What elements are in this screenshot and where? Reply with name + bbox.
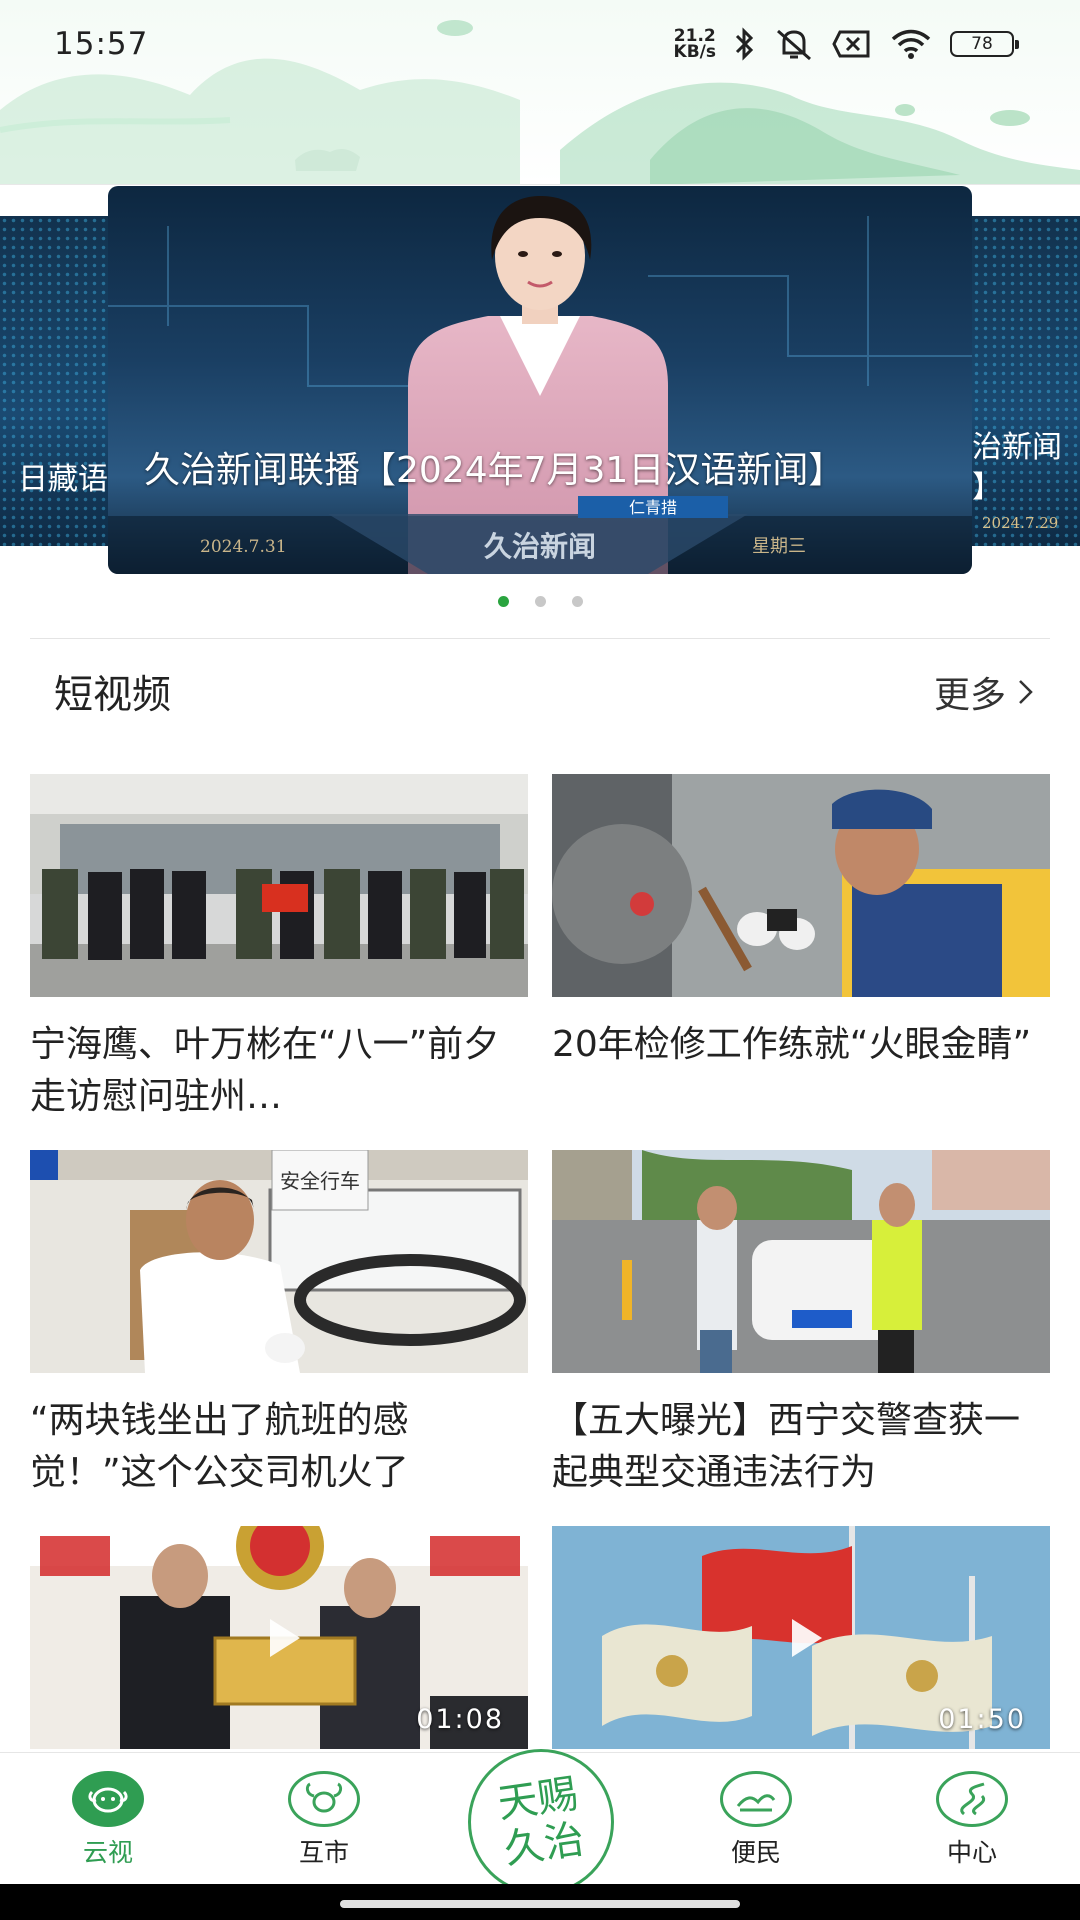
yak-icon [288,1771,360,1827]
carousel-dot-3[interactable] [571,596,583,607]
video-thumbnail[interactable]: 01:50 [552,1526,1050,1749]
nav-label: 云视 [82,1838,133,1867]
news-carousel[interactable]: 日藏语 仁青措 久治新闻 2024.7.31 星期三 久治新闻联播【2024年7… [0,186,1080,576]
carousel-title: 久治新闻联播【2024年7月31日汉语新闻】 [144,450,845,491]
video-card[interactable]: 20年检修工作练就“火眼金睛” [552,774,1050,1123]
carousel-next-caption: 治新闻 [972,430,1062,465]
nav-label: 互市 [298,1838,349,1867]
video-duration: 01:50 [938,1704,1026,1735]
video-title[interactable]: “两块钱坐出了航班的感觉！”这个公交司机火了 [30,1395,528,1499]
bottom-navigation: 云视 互市 天赐久治 便民 中心 [0,1749,1080,1895]
home-indicator[interactable] [340,1900,740,1908]
nav-item-hushi[interactable]: 互市 [269,1771,379,1869]
video-card[interactable]: 01:50 [552,1526,1050,1749]
video-thumbnail[interactable]: 安全行车 [30,1150,528,1373]
nav-item-bianmin[interactable]: 便民 [701,1771,811,1869]
carousel-slide-next[interactable]: 治新闻 】 2024.7.29 [972,216,1080,546]
news-weekday: 星期三 [752,536,806,557]
more-button[interactable]: 更多 [934,666,1036,718]
bluetooth-icon [735,27,754,61]
video-thumbnail[interactable] [552,774,1050,997]
center-logo-text: 天赐久治 [494,1770,588,1874]
carousel-dot-2[interactable] [534,596,546,607]
section-title: 短视频 [54,673,172,718]
video-duration: 01:08 [416,1704,504,1735]
mute-icon [777,29,811,61]
short-video-section-header: 短视频 更多 [0,660,1080,720]
anchor-name-tag: 仁青措 [629,499,677,517]
nav-label: 便民 [730,1838,781,1867]
more-label: 更多 [933,675,1006,716]
landscape-icon [720,1771,792,1827]
carousel-indicator [0,596,1080,607]
divider [30,638,1050,639]
news-anchor-image: 仁青措 久治新闻 2024.7.31 星期三 [108,196,972,574]
status-time: 15:57 [54,26,149,62]
svg-text:安全行车: 安全行车 [280,1170,360,1193]
video-thumbnail[interactable] [552,1150,1050,1373]
sim-off-icon [832,30,870,58]
video-card[interactable]: 宁海鹰、叶万彬在“八一”前夕走访慰问驻州… [30,774,528,1123]
play-icon[interactable] [792,1618,822,1657]
carousel-slide-prev[interactable]: 日藏语 [0,216,108,546]
network-speed: 21.2 KB/s [673,28,716,62]
video-thumbnail[interactable] [30,774,528,997]
road-icon [936,1771,1008,1827]
video-title[interactable]: 【五大曝光】西宁交警查获一起典型交通违法行为 [552,1395,1050,1499]
wifi-icon [891,29,931,59]
nav-label: 中心 [946,1838,997,1867]
sheep-icon [72,1771,144,1827]
network-speed-unit: KB/s [673,42,716,62]
nav-item-yunshi[interactable]: 云视 [53,1771,163,1869]
video-title[interactable]: 宁海鹰、叶万彬在“八一”前夕走访慰问驻州… [30,1019,528,1123]
news-logo-text: 久治新闻 [484,530,596,563]
play-icon[interactable] [270,1618,300,1657]
chevron-right-icon [1019,680,1033,704]
video-thumbnail[interactable]: 01:08 [30,1526,528,1749]
battery-icon: 78 [950,31,1019,57]
video-title[interactable]: 20年检修工作练就“火眼金睛” [552,1019,1050,1123]
center-logo-button[interactable]: 天赐久治 [468,1749,614,1895]
video-card[interactable]: 安全行车 “两块钱坐出了航班的感觉！”这个公交司机火了 [30,1150,528,1499]
carousel-next-caption-line2: 】 [972,470,1002,505]
video-card[interactable]: 【五大曝光】西宁交警查获一起典型交通违法行为 [552,1150,1050,1499]
system-navigation-bar [0,1884,1080,1920]
app-screen: 15:57 21.2 KB/s 78 日藏语 仁青措 久治新闻 2024.7.3… [0,0,1080,1920]
header-banner: 15:57 21.2 KB/s 78 [0,0,1080,185]
status-bar: 15:57 21.2 KB/s 78 [0,0,1080,90]
carousel-prev-caption: 日藏语 [18,462,108,497]
video-card[interactable]: 01:08 [30,1526,528,1749]
carousel-slide-current[interactable]: 仁青措 久治新闻 2024.7.31 星期三 久治新闻联播【2024年7月31日… [108,186,972,574]
nav-item-zhongxin[interactable]: 中心 [917,1771,1027,1869]
status-icons: 21.2 KB/s 78 [673,24,1019,64]
carousel-next-date: 2024.7.29 [982,514,1059,532]
carousel-dot-1[interactable] [497,596,509,607]
news-date: 2024.7.31 [200,537,287,557]
